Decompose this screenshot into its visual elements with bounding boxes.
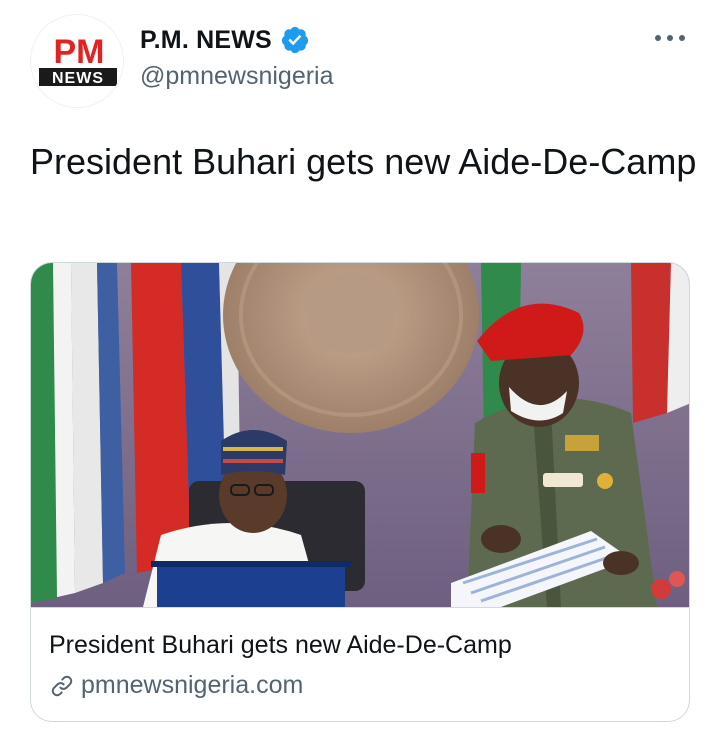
link-icon xyxy=(51,675,73,696)
link-preview-card[interactable]: President Buhari gets new Aide-De-Camp p… xyxy=(30,262,690,722)
pm-news-logo: PM NEWS xyxy=(31,15,123,107)
svg-text:PM: PM xyxy=(54,33,105,71)
display-name[interactable]: P.M. NEWS xyxy=(140,26,272,55)
tweet-header: PM NEWS P.M. NEWS @pmnewsnigeria xyxy=(30,14,700,114)
card-title[interactable]: President Buhari gets new Aide-De-Camp xyxy=(49,631,512,660)
card-divider xyxy=(31,607,689,608)
verified-badge-icon xyxy=(281,26,309,54)
account-names: P.M. NEWS @pmnewsnigeria xyxy=(140,24,334,91)
more-options-icon[interactable] xyxy=(652,32,688,44)
card-image[interactable] xyxy=(31,263,689,607)
account-handle[interactable]: @pmnewsnigeria xyxy=(140,62,334,91)
account-avatar[interactable]: PM NEWS xyxy=(30,14,124,108)
tweet-text: President Buhari gets new Aide-De-Camp xyxy=(30,141,697,182)
card-domain: pmnewsnigeria.com xyxy=(81,671,304,699)
card-photo xyxy=(31,263,689,607)
svg-text:NEWS: NEWS xyxy=(52,70,104,87)
display-name-row: P.M. NEWS xyxy=(140,24,334,56)
card-domain-row[interactable]: pmnewsnigeria.com xyxy=(49,671,303,700)
